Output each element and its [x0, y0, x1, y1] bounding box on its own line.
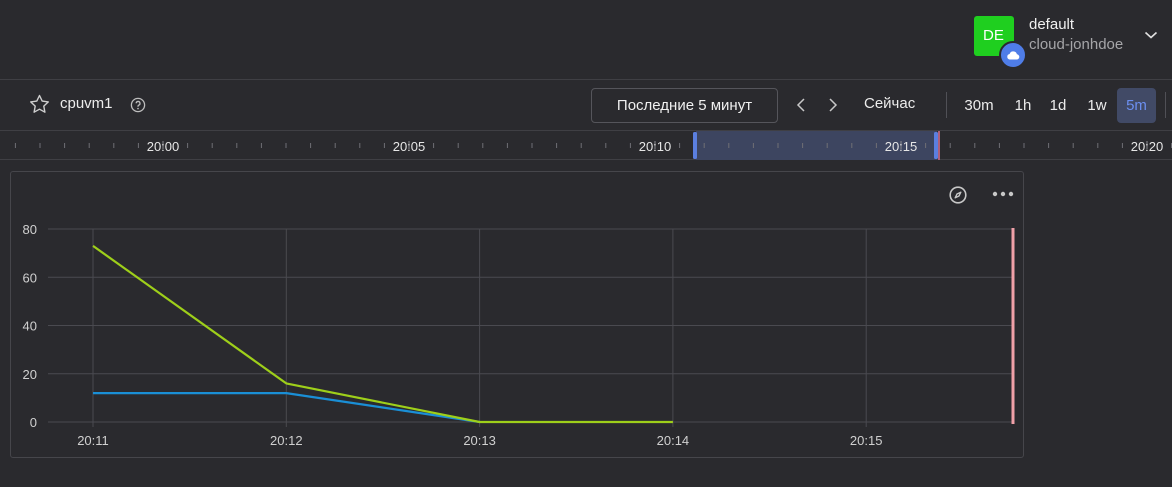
y-tick-label: 40: [23, 319, 37, 334]
x-tick-label: 20:14: [657, 433, 690, 448]
x-tick-label: 20:15: [850, 433, 883, 448]
x-axis-ticks: 20:11 20:12 20:13 20:14 20:15: [77, 433, 882, 448]
chart-series: [92, 245, 673, 424]
x-tick-label: 20:11: [77, 433, 109, 448]
x-tick-label: 20:13: [463, 433, 496, 448]
y-tick-label: 80: [23, 222, 37, 237]
chart-grid: [48, 228, 1012, 427]
y-axis-ticks: 0 20 40 60 80: [23, 222, 37, 430]
y-tick-label: 20: [23, 367, 37, 382]
cpu-line-chart: 0 20 40 60 80 20:11 20:12 20:13 20:14 20:15: [23, 222, 1015, 448]
series-line: [92, 245, 673, 424]
y-tick-label: 0: [30, 415, 37, 430]
y-tick-label: 60: [23, 270, 37, 285]
x-tick-label: 20:12: [270, 433, 303, 448]
